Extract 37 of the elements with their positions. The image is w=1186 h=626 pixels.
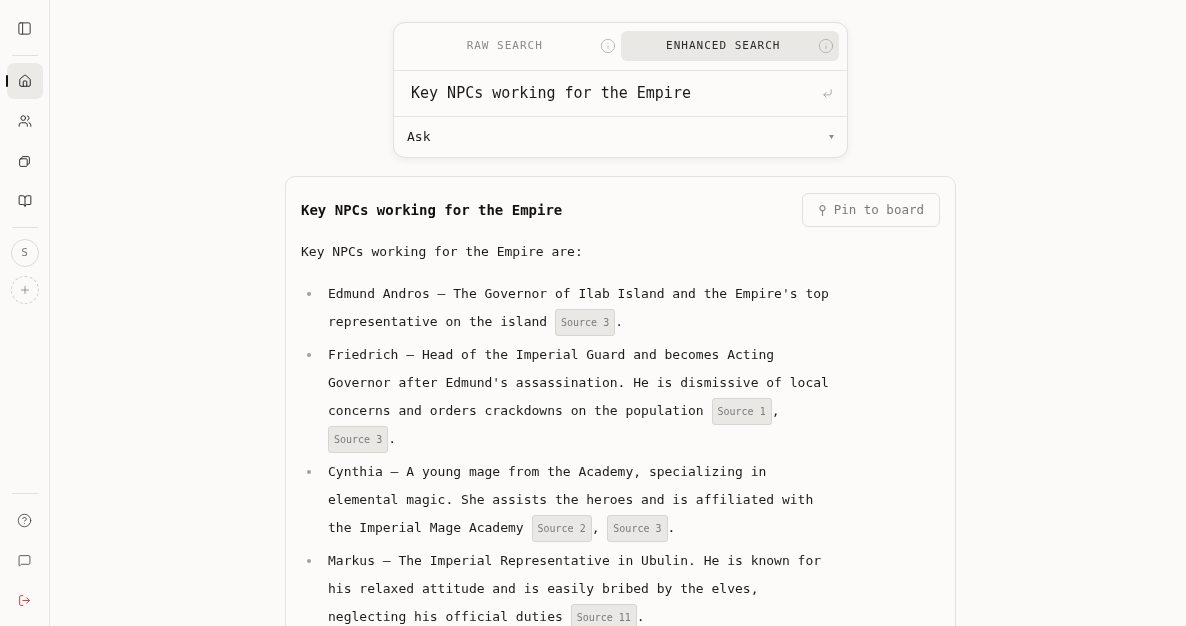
book-icon (17, 194, 32, 208)
plus-icon (18, 284, 31, 296)
search-mode-tab[interactable]: RAW SEARCH (402, 31, 621, 61)
users-icon (17, 114, 32, 128)
list-item-text: Cynthia — A young mage from the Academy, specializing in elemental magic. She assists the heroes and is affiliated with the Imperial Mage Academy Source 2 , Source 3 . (328, 458, 836, 542)
mode-dropdown[interactable]: Ask (394, 117, 847, 157)
caret-icon (829, 135, 834, 139)
source-chip[interactable]: Source 3 (555, 309, 616, 336)
enter-key-icon (822, 88, 833, 99)
pin-icon (818, 204, 826, 216)
source-chip[interactable]: Source 2 (531, 515, 592, 542)
answer-title: Key NPCs working for the Empire (301, 200, 563, 220)
list-item-text: Markus — The Imperial Representative in Ubulin. He is known for his relaxed attitude and is easily bribed by the elves, neglecting his official duties Source 11 . (328, 552, 823, 626)
help-icon (17, 512, 32, 528)
search-input[interactable]: Key NPCs working for the Empire (411, 82, 822, 105)
logout-icon (18, 593, 31, 607)
info-icon[interactable] (599, 38, 616, 54)
source-chip[interactable]: Source 3 (607, 515, 668, 542)
home-nav-button[interactable] (6, 63, 43, 99)
search-mode-tab[interactable]: ENHANCED SEARCH (620, 31, 839, 61)
home-icon (17, 74, 32, 88)
list-item-text: Edmund Andros — The Governor of Ilab Island and the Empire's top representative on the island Source 3 . (328, 280, 836, 336)
bullet-icon (307, 470, 311, 474)
active-marker-icon (5, 75, 8, 87)
info-icon[interactable] (818, 38, 834, 54)
bullet-icon (307, 559, 311, 563)
sidebar-toggle-icon (17, 20, 32, 36)
bullet-icon (307, 292, 311, 296)
cards-icon (18, 154, 31, 168)
intro-text: Key NPCs working for the Empire are: (301, 243, 584, 261)
source-chip[interactable]: Source 1 (711, 398, 772, 425)
source-chip[interactable]: Source 3 (328, 426, 389, 453)
bullet-icon (307, 353, 311, 357)
chat-bubble-icon (18, 553, 31, 567)
pin-to-board-button[interactable]: Pin to board (801, 193, 940, 227)
list-item-text: Friedrich — Head of the Imperial Guard and becomes Acting Governor after Edmund's assassination. He is dismissive of local concerns and orders crackdowns on the population Source 1 , Source 3 . (328, 341, 836, 453)
source-chip[interactable]: Source 11 (570, 604, 637, 626)
